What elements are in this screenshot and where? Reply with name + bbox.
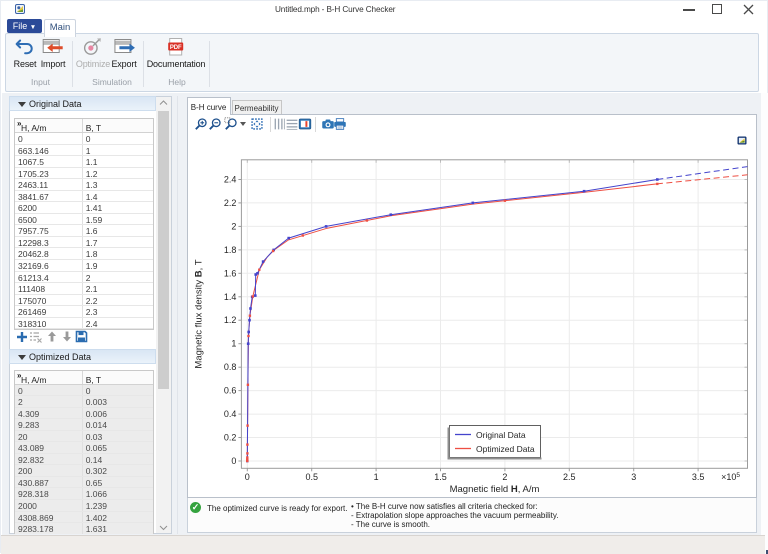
svg-text:1.2: 1.2 — [224, 315, 237, 325]
svg-text:0: 0 — [231, 456, 236, 466]
svg-text:0.2: 0.2 — [224, 433, 237, 443]
svg-text:Original Data: Original Data — [476, 430, 526, 440]
svg-text:2.4: 2.4 — [224, 175, 237, 185]
svg-text:3.5: 3.5 — [692, 472, 705, 482]
svg-text:3: 3 — [631, 472, 636, 482]
svg-text:1: 1 — [231, 339, 236, 349]
svg-text:0: 0 — [245, 472, 250, 482]
svg-text:1: 1 — [374, 472, 379, 482]
svg-text:1.8: 1.8 — [224, 245, 237, 255]
svg-text:1.6: 1.6 — [224, 268, 237, 278]
svg-text:2.2: 2.2 — [224, 198, 237, 208]
svg-text:0.5: 0.5 — [305, 472, 318, 482]
svg-text:2.5: 2.5 — [563, 472, 576, 482]
svg-text:1.5: 1.5 — [434, 472, 447, 482]
svg-text:0.6: 0.6 — [224, 386, 237, 396]
svg-text:PDF: PDF — [170, 45, 182, 51]
svg-text:Magnetic flux density B, T: Magnetic flux density B, T — [194, 259, 205, 368]
svg-text:0.4: 0.4 — [224, 409, 237, 419]
svg-text:×105: ×105 — [721, 472, 740, 482]
svg-text:2: 2 — [502, 472, 507, 482]
svg-text:1.4: 1.4 — [224, 292, 237, 302]
svg-text:Optimized Data: Optimized Data — [476, 444, 535, 454]
svg-text:2: 2 — [231, 221, 236, 231]
svg-text:Magnetic field H, A/m: Magnetic field H, A/m — [450, 484, 540, 495]
svg-text:0.8: 0.8 — [224, 362, 237, 372]
